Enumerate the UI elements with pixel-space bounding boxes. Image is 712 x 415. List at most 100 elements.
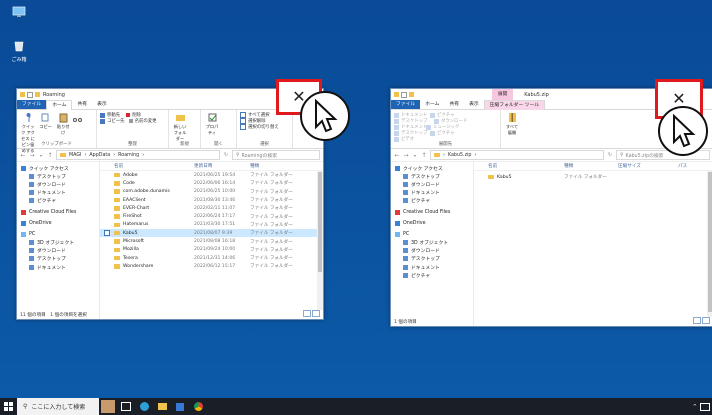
tray-chevron-icon[interactable]: ^ — [693, 404, 697, 410]
column-password[interactable]: パス — [678, 163, 687, 169]
back-arrow-icon[interactable]: ← — [394, 152, 400, 159]
properties-icon[interactable] — [27, 91, 33, 98]
store-icon[interactable] — [171, 398, 189, 415]
nav-item[interactable]: ドキュメント — [391, 263, 473, 271]
address-bar[interactable]: MAGI › AppData › Roaming › — [56, 150, 220, 160]
column-date[interactable]: 更新日時 — [194, 163, 250, 169]
copy-to-button[interactable]: コピー先 名前の変更 — [100, 118, 165, 124]
nav-item[interactable]: Creative Cloud Files — [17, 208, 99, 216]
nav-item[interactable]: PC — [391, 230, 473, 238]
large-icons-view-icon[interactable] — [312, 310, 320, 317]
table-row[interactable]: Mozilla 2021/09/24 10:00 ファイル フォルダー — [100, 246, 323, 254]
table-row[interactable]: Wondershare 2022/06/12 15:17 ファイル フォルダー — [100, 262, 323, 270]
tab-file[interactable]: ファイル — [17, 100, 47, 109]
details-view-icon[interactable] — [693, 317, 701, 324]
taskbar-search-input[interactable]: ⚲ ここに入力して検索 — [17, 398, 99, 415]
nav-item[interactable]: 3D オブジェクト — [17, 239, 99, 247]
extract-all-button[interactable]: すべて 展開 — [504, 112, 520, 136]
tab-share[interactable]: 共有 — [444, 100, 464, 109]
tab-compressed-folder-tools[interactable]: 圧縮フォルダー ツール — [483, 99, 546, 110]
column-type[interactable]: 種類 — [564, 163, 618, 169]
task-view-icon[interactable] — [117, 398, 135, 415]
properties-button[interactable]: プロパティ — [204, 112, 220, 136]
forward-arrow-icon[interactable]: → — [403, 152, 409, 159]
refresh-icon[interactable]: ↻ — [607, 152, 613, 158]
recent-chevron-icon[interactable]: ▾ — [38, 153, 44, 158]
tab-home[interactable]: ホーム — [46, 99, 73, 110]
person-photo-icon[interactable] — [99, 398, 117, 415]
properties-icon[interactable] — [401, 91, 407, 98]
up-arrow-icon[interactable]: ↑ — [421, 152, 427, 159]
tab-home[interactable]: ホーム — [420, 100, 444, 109]
nav-item[interactable]: ピクチャ — [17, 197, 99, 205]
nav-item[interactable]: OneDrive — [17, 219, 99, 227]
nav-item[interactable]: デスクトップ — [17, 172, 99, 180]
dest-pictures-2[interactable]: ピクチャ — [430, 130, 460, 136]
details-view-icon[interactable] — [303, 310, 311, 317]
refresh-icon[interactable]: ↻ — [223, 152, 229, 158]
nav-item[interactable]: クイック アクセス — [17, 164, 99, 172]
table-row[interactable]: EAAClient 2021/08/30 13:46 ファイル フォルダー — [100, 196, 323, 204]
nav-item[interactable]: Creative Cloud Files — [391, 208, 473, 216]
table-row[interactable]: EVER-Chart 2022/02/11 11:07 ファイル フォルダー — [100, 204, 323, 212]
nav-item[interactable]: デスクトップ — [17, 255, 99, 263]
nav-item[interactable]: ドキュメント — [17, 263, 99, 271]
large-icons-view-icon[interactable] — [702, 317, 710, 324]
new-folder-icon[interactable] — [35, 92, 40, 97]
search-input[interactable]: ⚲ Roamingの検索 — [232, 150, 320, 160]
tab-view[interactable]: 表示 — [464, 100, 484, 109]
nav-item[interactable]: PC — [17, 230, 99, 238]
vertical-scrollbar[interactable] — [317, 170, 323, 310]
invert-selection-button[interactable]: 選択の切り替え — [240, 124, 289, 130]
nav-item[interactable]: 3D オブジェクト — [391, 239, 473, 247]
column-name[interactable]: 名前 — [488, 163, 564, 169]
tab-share[interactable]: 共有 — [72, 100, 92, 109]
pc-icon[interactable] — [6, 6, 32, 22]
nav-item[interactable]: ダウンロード — [17, 247, 99, 255]
edge-icon[interactable] — [135, 398, 153, 415]
column-name[interactable]: 名前 — [114, 163, 194, 169]
table-row[interactable]: com.adobe.dunamis 2021/06/25 10:00 ファイル フォ… — [100, 188, 323, 196]
chrome-icon[interactable] — [189, 398, 207, 415]
table-row[interactable]: Kabu5 ファイル フォルダー — [474, 173, 712, 181]
pin-quick-access-button[interactable]: クイック アクセス にピン留めする — [20, 112, 36, 154]
tab-view[interactable]: 表示 — [92, 100, 112, 109]
new-folder-icon[interactable] — [409, 92, 414, 97]
row-checkbox[interactable] — [100, 230, 114, 237]
explorer-icon[interactable] — [153, 398, 171, 415]
breadcrumb-magi[interactable]: MAGI — [69, 153, 81, 158]
nav-item[interactable]: ダウンロード — [17, 180, 99, 188]
address-bar[interactable]: › Kabu5.zip › — [430, 150, 604, 160]
recent-chevron-icon[interactable]: ▾ — [412, 153, 418, 158]
nav-item[interactable]: ダウンロード — [391, 247, 473, 255]
column-type[interactable]: 種類 — [250, 163, 259, 169]
nav-item[interactable]: ドキュメント — [17, 189, 99, 197]
breadcrumb-roaming[interactable]: Roaming — [118, 153, 139, 158]
start-button[interactable] — [0, 398, 17, 415]
up-arrow-icon[interactable]: ↑ — [47, 152, 53, 159]
nav-item[interactable]: デスクトップ — [391, 255, 473, 263]
table-row[interactable]: Tesera 2021/12/31 14:06 ファイル フォルダー — [100, 254, 323, 262]
paste-button[interactable]: 貼り付け — [55, 112, 71, 136]
table-row[interactable]: Code 2022/06/06 16:14 ファイル フォルダー — [100, 179, 323, 187]
nav-item[interactable]: ピクチャ — [391, 271, 473, 279]
copy-button[interactable]: コピー — [38, 112, 54, 130]
nav-item[interactable]: ダウンロード — [391, 180, 473, 188]
nav-item[interactable]: OneDrive — [391, 219, 473, 227]
table-row[interactable]: Adobe 2021/06/25 19:54 ファイル フォルダー — [100, 171, 323, 179]
breadcrumb-appdata[interactable]: AppData — [89, 153, 110, 158]
cut-button[interactable] — [73, 112, 83, 124]
breadcrumb-kabu5-zip[interactable]: Kabu5.zip — [448, 153, 472, 158]
table-row[interactable]: Hatemarus 2021/03/30 17:51 ファイル フォルダー — [100, 221, 323, 229]
recycle-bin-icon[interactable]: ごみ箱 — [6, 40, 32, 63]
new-folder-button[interactable]: 新しい フォルダー — [172, 112, 188, 142]
table-row[interactable]: Kabu5 2021/08/07 9:39 ファイル フォルダー — [100, 229, 323, 238]
nav-item[interactable]: ピクチャ — [391, 197, 473, 205]
notification-icon[interactable] — [700, 402, 710, 411]
column-compressed-size[interactable]: 圧縮サイズ — [618, 163, 678, 169]
nav-item[interactable]: デスクトップ — [391, 172, 473, 180]
nav-item[interactable]: ドキュメント — [391, 189, 473, 197]
vertical-scrollbar[interactable] — [707, 170, 712, 317]
nav-item[interactable]: クイック アクセス — [391, 164, 473, 172]
table-row[interactable]: Microsoft 2021/08/08 16:18 ファイル フォルダー — [100, 237, 323, 245]
